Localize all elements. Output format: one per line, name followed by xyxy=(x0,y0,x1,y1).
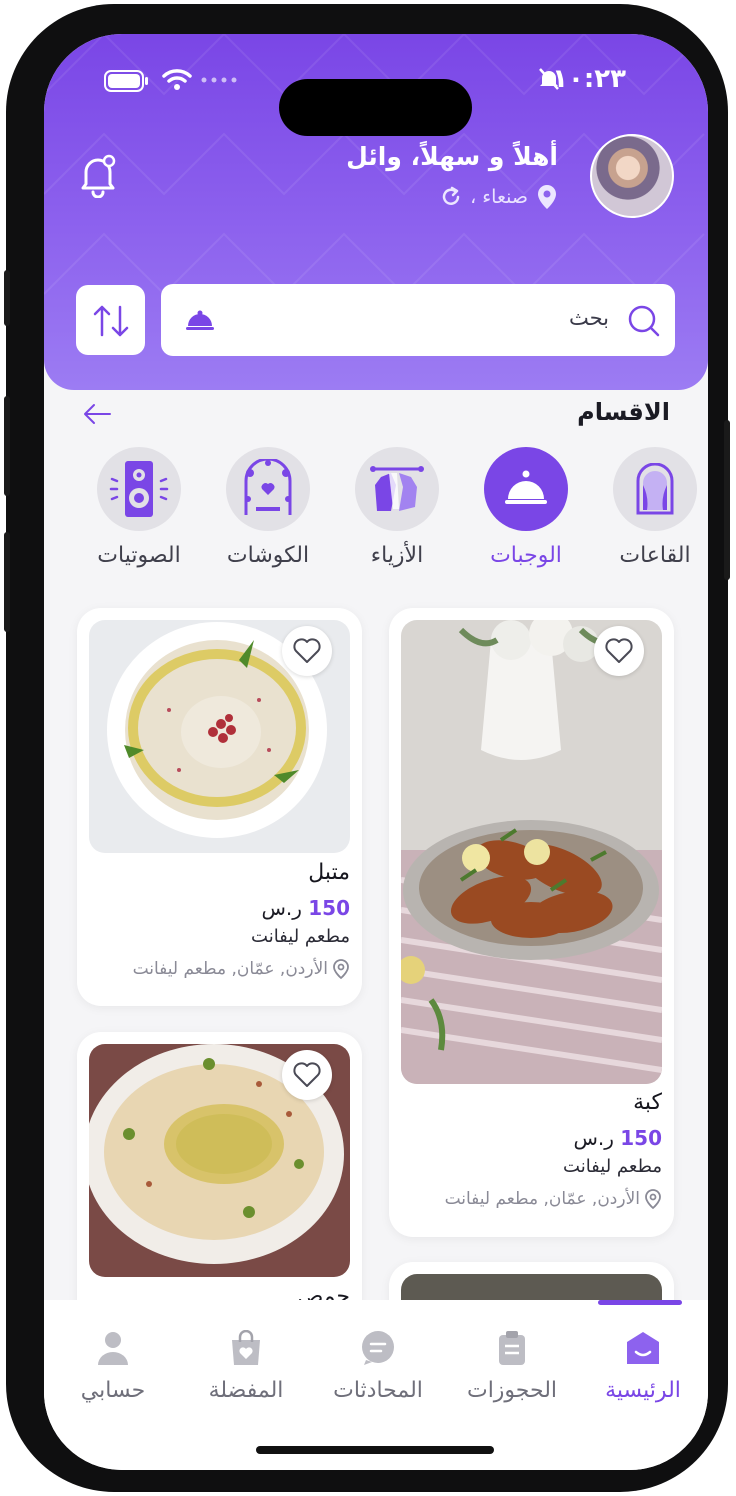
price-value: 150 xyxy=(308,896,350,920)
chat-icon xyxy=(362,1331,394,1365)
mute-switch xyxy=(4,270,10,326)
search-icon xyxy=(628,305,660,337)
tab-favorites[interactable]: المفضلة xyxy=(181,1329,311,1403)
greeting-text: أهلاً و سهلاً، وائل xyxy=(346,142,558,171)
avatar[interactable] xyxy=(590,134,674,218)
header: ١٠:٢٣ أهلاً و سهلاً، وائل صنعاء ، بحث xyxy=(44,34,708,390)
app-screen: ١٠:٢٣ أهلاً و سهلاً، وائل صنعاء ، بحث ال… xyxy=(44,34,708,1470)
product-card-kibbeh[interactable]: كبة 150 ر.س مطعم ليفانت الأردن, عمّان, م… xyxy=(389,608,674,1237)
tab-home[interactable]: الرئيسية xyxy=(578,1330,708,1403)
home-indicator xyxy=(256,1446,494,1454)
product-address: الأردن, عمّان, مطعم ليفانت xyxy=(445,1188,662,1210)
status-time: ١٠:٢٣ xyxy=(552,64,626,94)
tab-account[interactable]: حسابي xyxy=(48,1330,178,1403)
location-pin-icon xyxy=(333,959,349,980)
address-text: الأردن, عمّان, مطعم ليفانت xyxy=(132,959,328,979)
speaker-icon xyxy=(109,461,169,517)
location-row[interactable]: صنعاء ، xyxy=(440,184,558,210)
sort-button[interactable] xyxy=(76,285,145,355)
restaurant-name: مطعم ليفانت xyxy=(563,1156,662,1177)
price-currency: ر.س xyxy=(573,1126,614,1150)
categories-title: الاقسام xyxy=(577,398,670,426)
notification-bell-icon[interactable] xyxy=(78,152,118,198)
tab-bookings[interactable]: الحجوزات xyxy=(447,1330,577,1403)
favorite-button[interactable] xyxy=(282,1050,332,1100)
category-stages[interactable]: الكوشات xyxy=(213,447,323,568)
category-label: الأزياء xyxy=(370,543,424,568)
power-button xyxy=(724,420,730,580)
product-card-mutabal[interactable]: متبل 150 ر.س مطعم ليفانت الأردن, عمّان, … xyxy=(77,608,362,1006)
kibbeh-photo xyxy=(401,620,662,1084)
restaurant-name: مطعم ليفانت xyxy=(251,926,350,947)
search-input[interactable]: بحث xyxy=(161,284,675,356)
heart-icon xyxy=(293,1062,321,1087)
category-label: الصوتيات xyxy=(97,543,181,568)
volume-up-button xyxy=(4,396,10,496)
category-label: الكوشات xyxy=(226,543,310,568)
category-label: القاعات xyxy=(619,543,691,568)
product-image xyxy=(401,620,662,1084)
category-halls[interactable]: القاعات xyxy=(600,447,708,568)
food-cloche-icon xyxy=(505,470,547,504)
location-pin-icon xyxy=(538,185,556,209)
battery-icon xyxy=(104,70,148,92)
home-icon xyxy=(627,1332,659,1364)
tab-label: المفضلة xyxy=(208,1378,284,1403)
sort-arrows-icon xyxy=(93,305,129,337)
active-tab-indicator xyxy=(598,1300,682,1305)
hall-arch-icon xyxy=(636,463,674,515)
product-price: 150 ر.س xyxy=(261,896,350,920)
product-address: الأردن, عمّان, مطعم ليفانت xyxy=(133,958,350,980)
favorite-button[interactable] xyxy=(282,626,332,676)
location-pin-icon xyxy=(645,1189,661,1210)
wedding-stage-icon xyxy=(244,459,292,515)
address-text: الأردن, عمّان, مطعم ليفانت xyxy=(444,1189,640,1209)
tab-label: المحادثات xyxy=(333,1378,423,1403)
volume-down-button xyxy=(4,532,10,632)
status-bar: ١٠:٢٣ xyxy=(44,62,708,136)
wifi-icon xyxy=(162,69,192,90)
clipboard-icon xyxy=(499,1331,525,1365)
dynamic-island xyxy=(279,79,472,136)
product-title: كبة xyxy=(633,1090,662,1115)
tab-label: الحجوزات xyxy=(466,1378,558,1403)
tab-label: حسابي xyxy=(80,1378,146,1403)
tab-label: الرئيسية xyxy=(605,1378,681,1403)
category-meals[interactable]: الوجبات xyxy=(471,447,581,568)
product-price: 150 ر.س xyxy=(573,1126,662,1150)
price-currency: ر.س xyxy=(261,896,302,920)
favorite-button[interactable] xyxy=(594,626,644,676)
see-all-arrow-icon[interactable] xyxy=(82,402,112,426)
phone-frame: ١٠:٢٣ أهلاً و سهلاً، وائل صنعاء ، بحث ال… xyxy=(4,4,730,1492)
tab-chats[interactable]: المحادثات xyxy=(313,1330,443,1403)
tab-bar: الرئيسية الحجوزات المحادثات المفضلة حساب… xyxy=(44,1300,708,1470)
food-cloche-icon[interactable] xyxy=(185,309,215,331)
heart-icon xyxy=(293,638,321,663)
product-title: متبل xyxy=(308,860,350,885)
category-audio[interactable]: الصوتيات xyxy=(84,447,194,568)
refresh-icon[interactable] xyxy=(440,186,462,208)
price-value: 150 xyxy=(620,1126,662,1150)
category-label: الوجبات xyxy=(490,543,562,568)
category-fashion[interactable]: الأزياء xyxy=(342,447,452,568)
user-icon xyxy=(98,1332,128,1365)
clothes-rack-icon xyxy=(370,466,424,511)
location-text: صنعاء ، xyxy=(470,186,528,208)
heart-icon xyxy=(605,638,633,663)
signal-dots-icon xyxy=(201,77,237,83)
favorites-bag-icon xyxy=(232,1329,260,1365)
search-placeholder: بحث xyxy=(568,306,609,330)
